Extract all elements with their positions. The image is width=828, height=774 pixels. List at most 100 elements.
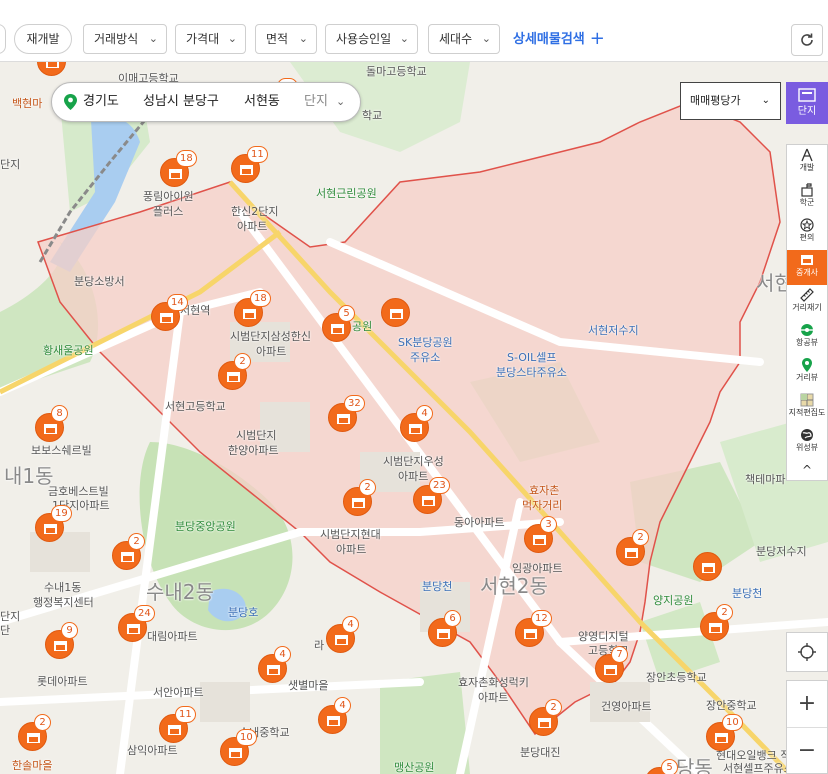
agent-marker[interactable]: 18 — [160, 150, 197, 187]
rail-item-school-district[interactable]: 학군 — [787, 180, 827, 215]
aerial-view-icon — [801, 324, 813, 336]
apartment-label: 삼익아파트 — [127, 744, 178, 757]
province-selector[interactable]: 경기도 — [83, 83, 119, 121]
location-selector[interactable]: 경기도 성남시 분당구 서현동 단지 ⌄ — [51, 82, 361, 122]
agent-marker[interactable]: 2 — [343, 479, 376, 516]
agent-marker[interactable]: 2 — [112, 533, 145, 570]
map-canvas[interactable]: 백현마 이매고등학교 돌마고등학교 학교 단지 풍림아이원 플러스 한신2단지 … — [0, 62, 828, 774]
households-filter[interactable]: 세대수 ⌄ — [428, 24, 500, 54]
approval-date-filter[interactable]: 사용승인일 ⌄ — [325, 24, 418, 54]
agent-marker[interactable]: 10 — [706, 714, 743, 751]
development-icon — [801, 148, 813, 162]
redevelop-label: 재개발 — [26, 32, 60, 46]
agent-office-icon — [331, 324, 344, 334]
agent-marker[interactable] — [381, 298, 410, 327]
crosshair-icon — [798, 643, 816, 661]
agent-office-icon — [625, 548, 638, 558]
agent-marker[interactable]: 18 — [234, 290, 271, 327]
agent-marker[interactable]: 2 — [616, 529, 649, 566]
rail-item-label: 중개사 — [795, 268, 819, 277]
agent-marker[interactable]: 14 — [151, 294, 188, 331]
place-label: 분당저수지 — [756, 545, 807, 558]
agent-marker[interactable]: 9 — [45, 622, 78, 659]
complex-layer-button[interactable]: 단지 — [786, 82, 828, 124]
area-filter[interactable]: 면적 ⌄ — [255, 24, 317, 54]
complex-selector[interactable]: 단지 — [304, 83, 328, 121]
agent-marker[interactable]: 10 — [220, 729, 257, 766]
listing-count-badge: 11 — [247, 146, 268, 163]
agent-marker[interactable]: 4 — [400, 405, 433, 442]
rail-item-agent[interactable]: 중개사 — [787, 250, 827, 285]
agent-marker[interactable]: 11 — [159, 706, 196, 743]
listing-count-badge: 7 — [611, 646, 628, 663]
minus-icon: − — [797, 738, 817, 763]
park-label: 서현근린공원 — [316, 187, 377, 200]
price-filter[interactable]: 가격대 ⌄ — [175, 24, 246, 54]
rail-collapse-button[interactable]: ^ — [787, 460, 827, 480]
chevron-down-icon: ⌄ — [298, 32, 308, 45]
my-location-button[interactable] — [786, 632, 828, 672]
agent-marker[interactable]: 5 — [645, 759, 678, 774]
place-label: 분당천 — [422, 580, 453, 593]
place-label: 라 — [314, 639, 325, 652]
park-label: 공원 — [352, 320, 373, 333]
redevelop-filter[interactable]: 재개발 — [14, 24, 72, 54]
agent-marker[interactable]: 5 — [322, 305, 355, 342]
agent-marker[interactable]: 6 — [428, 610, 461, 647]
agent-marker[interactable]: 11 — [231, 146, 268, 183]
zoom-in-button[interactable]: + — [787, 681, 827, 727]
refresh-button[interactable] — [791, 24, 823, 56]
detail-search-button[interactable]: 상세매물검색 + — [513, 24, 605, 54]
agent-marker[interactable] — [37, 62, 66, 76]
rail-item-convenience[interactable]: 편의 — [787, 215, 827, 250]
agent-marker[interactable]: 12 — [515, 610, 552, 647]
agent-marker[interactable]: 3 — [524, 516, 557, 553]
agent-marker[interactable]: 2 — [529, 699, 562, 736]
agent-marker[interactable]: 2 — [700, 604, 733, 641]
apartment-label: 아파트 — [256, 345, 287, 358]
agent-marker[interactable]: 19 — [35, 505, 72, 542]
rail-item-satellite[interactable]: 위성뷰 — [787, 425, 827, 460]
listing-count-badge: 5 — [338, 305, 355, 322]
listing-count-badge: 9 — [61, 622, 78, 639]
place-label: 서현고등학교 — [165, 400, 226, 413]
apartment-label: 한양아파트 — [228, 444, 279, 457]
listing-count-badge: 2 — [632, 529, 649, 546]
rail-item-cadastral[interactable]: 지적편집도 — [787, 390, 827, 425]
agent-office-icon — [533, 535, 546, 545]
school-district-icon — [801, 183, 813, 197]
zoom-out-button[interactable]: − — [787, 727, 827, 773]
agent-office-icon — [335, 635, 348, 645]
agent-marker[interactable]: 32 — [328, 395, 365, 432]
agent-marker[interactable]: 4 — [326, 616, 359, 653]
agent-marker[interactable]: 8 — [35, 405, 68, 442]
agent-marker[interactable]: 2 — [18, 714, 51, 751]
rail-item-development[interactable]: 개발 — [787, 145, 827, 180]
agent-marker[interactable]: 4 — [258, 646, 291, 683]
dong-selector[interactable]: 서현동 — [244, 83, 280, 121]
rail-item-ruler[interactable]: 거리재기 — [787, 285, 827, 320]
agent-marker[interactable]: 7 — [595, 646, 628, 683]
complex-icon — [798, 88, 816, 102]
trade-type-filter[interactable]: 거래방식 ⌄ — [83, 24, 167, 54]
approval-date-label: 사용승인일 — [336, 32, 392, 46]
agent-marker[interactable] — [693, 552, 722, 581]
city-selector[interactable]: 성남시 분당구 — [143, 83, 219, 121]
agent-marker[interactable]: 2 — [218, 353, 251, 390]
agent-office-icon — [160, 313, 173, 323]
listing-count-badge: 14 — [167, 294, 188, 311]
listing-count-badge: 10 — [236, 729, 257, 746]
apartment-label: 서안아파트 — [153, 686, 204, 699]
agent-marker[interactable]: 24 — [118, 605, 155, 642]
apartment-label: 플러스 — [153, 205, 184, 218]
place-label: 단 — [0, 624, 11, 637]
apartment-label: 시범단지 — [236, 429, 277, 442]
price-type-dropdown[interactable]: 매매평당가 ⌄ — [680, 82, 781, 120]
filter-prev-chip[interactable] — [0, 24, 6, 54]
plus-icon: + — [589, 28, 605, 49]
agent-marker[interactable]: 23 — [413, 477, 450, 514]
rail-item-street-view[interactable]: 거리뷰 — [787, 355, 827, 390]
agent-marker[interactable]: 4 — [318, 697, 351, 734]
refresh-icon — [801, 33, 813, 46]
rail-item-aerial-view[interactable]: 항공뷰 — [787, 320, 827, 355]
